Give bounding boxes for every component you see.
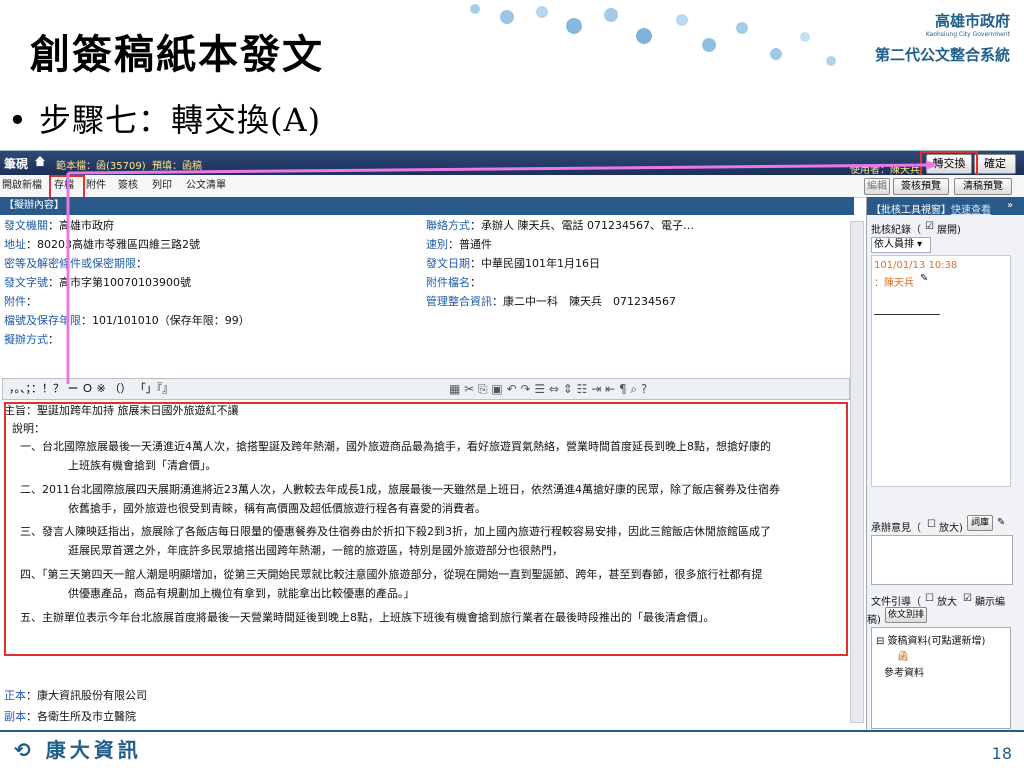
annotation-arrows: [66, 160, 938, 384]
arrowhead: [926, 160, 938, 170]
footer-company-logo: ⟲ 康大資訊: [14, 738, 142, 762]
footer-rule: [0, 730, 1024, 732]
page-number: 18: [991, 744, 1012, 763]
company-icon: ⟲: [14, 738, 35, 762]
arrow-save-to-transfer: [67, 163, 927, 175]
